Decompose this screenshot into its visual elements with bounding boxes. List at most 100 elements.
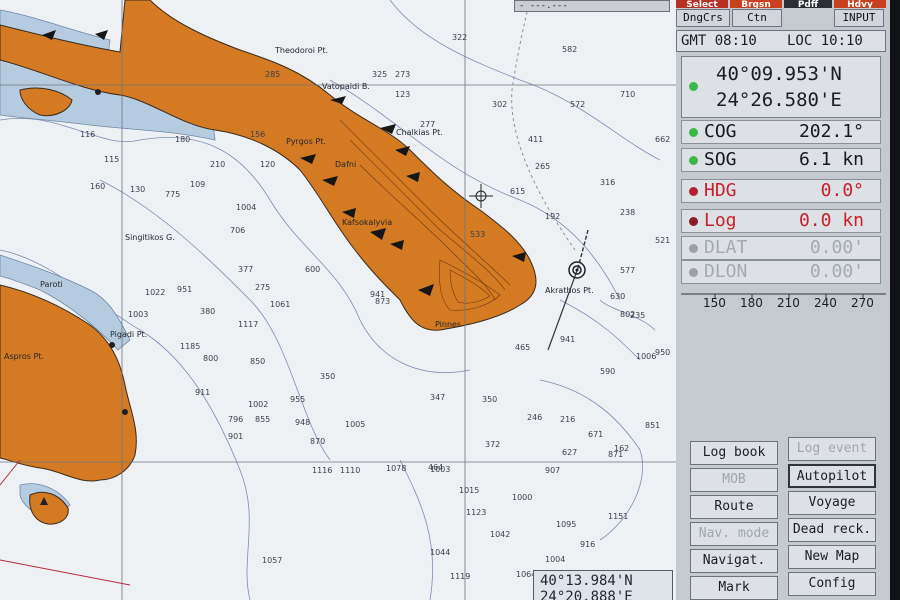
config-button[interactable]: Config <box>788 572 876 596</box>
log-book-button[interactable]: Log book <box>690 441 778 465</box>
depth-sounding: 951 <box>177 285 193 294</box>
dead-reck-button[interactable]: Dead reck. <box>788 518 876 542</box>
depth-sounding: 775 <box>165 190 181 199</box>
heading-scale[interactable]: 150 180 210 240 270 <box>681 290 886 316</box>
place-dafni: Dafni <box>335 160 357 169</box>
log-event-button[interactable]: Log event <box>788 437 876 461</box>
place-pinnes: Pinnes <box>435 320 462 329</box>
depth-sounding: 630 <box>610 292 626 301</box>
depth-sounding: 850 <box>250 357 266 366</box>
depth-sounding: 1006 <box>636 352 657 361</box>
depth-sounding: 851 <box>645 421 661 430</box>
depth-sounding: 238 <box>620 208 636 217</box>
place-paroti: Paroti <box>40 280 63 289</box>
nav-row-label: DLAT <box>704 237 748 258</box>
place-pyrgos: Pyrgos Pt. <box>286 137 326 146</box>
depth-sounding: 590 <box>600 367 616 376</box>
depth-sounding: 1003 <box>128 310 149 319</box>
depth-sounding: 1005 <box>345 420 366 429</box>
nav-row-value: 202.1° <box>798 121 864 142</box>
place-theodoroi: Theodoroi Pt. <box>275 46 329 55</box>
depth-sounding: 1123 <box>466 508 487 517</box>
nav-row-hdg: HDG 0.0° <box>681 179 881 203</box>
nav-row-dlat: DLAT 0.00' <box>681 236 881 260</box>
depth-sounding: 950 <box>655 348 671 357</box>
depth-sounding: 302 <box>492 100 508 109</box>
nav-row-dlon: DLON 0.00' <box>681 260 881 284</box>
depth-sounding: 911 <box>195 388 211 397</box>
scale-tick-label: 210 <box>777 296 800 310</box>
route-button[interactable]: Route <box>690 495 778 519</box>
depth-sounding: 1095 <box>556 520 577 529</box>
depth-sounding: 1116 <box>312 466 333 475</box>
depth-sounding: 600 <box>305 265 321 274</box>
depth-sounding: 180 <box>175 135 191 144</box>
depth-sounding: 855 <box>255 415 271 424</box>
depth-sounding: 120 <box>260 160 276 169</box>
place-akrathos: Akrathos Pt. <box>545 286 594 295</box>
depth-sounding: 160 <box>90 182 106 191</box>
depth-sounding: 521 <box>655 236 671 245</box>
navigat-button[interactable]: Navigat. <box>690 549 778 573</box>
nav-mode-button[interactable]: Nav. mode <box>690 522 778 546</box>
status-dot-icon <box>689 217 698 226</box>
nav-row-label: SOG <box>704 149 737 170</box>
depth-sounding: 347 <box>430 393 446 402</box>
depth-sounding: 800 <box>203 354 219 363</box>
voyage-button[interactable]: Voyage <box>788 491 876 515</box>
depth-sounding: 123 <box>395 90 411 99</box>
depth-sounding: 350 <box>482 395 498 404</box>
cursor-lat: 40°13.984'N <box>540 573 633 589</box>
depth-sounding: 192 <box>545 212 561 221</box>
depth-sounding: 115 <box>104 155 120 164</box>
scale-tick-label: 270 <box>851 296 874 310</box>
depth-sounding: 907 <box>545 466 561 475</box>
depth-sounding: 377 <box>238 265 254 274</box>
nav-row-log: Log 0.0 kn <box>681 209 881 233</box>
nav-row-cog: COG 202.1° <box>681 120 881 144</box>
own-ship-icon <box>568 261 586 279</box>
depth-sounding: 627 <box>562 448 578 457</box>
depth-sounding: 662 <box>655 135 671 144</box>
depth-sounding: 216 <box>560 415 576 424</box>
depth-sounding: 109 <box>190 180 206 189</box>
depth-sounding: 1022 <box>145 288 166 297</box>
depth-sounding: 1110 <box>340 466 361 475</box>
tab-ctn[interactable]: Ctn <box>732 9 782 27</box>
mob-button[interactable]: MOB <box>690 468 778 492</box>
depth-sounding: 265 <box>535 162 551 171</box>
local-time: LOC 10:10 <box>787 33 863 49</box>
depth-sounding: 582 <box>562 45 578 54</box>
depth-sounding: 796 <box>228 415 244 424</box>
depth-sounding: 1061 <box>270 300 291 309</box>
depth-sounding: 1057 <box>262 556 283 565</box>
depth-sounding: 1004 <box>236 203 257 212</box>
depth-sounding: 316 <box>600 178 616 187</box>
new-map-button[interactable]: New Map <box>788 545 876 569</box>
depth-sounding: 411 <box>528 135 544 144</box>
tab-input[interactable]: INPUT <box>834 9 884 27</box>
nautical-chart[interactable]: 322 273 285 325 582 116 123 277 302 572 710 115 180 1… <box>0 0 676 600</box>
depth-sounding: 1117 <box>238 320 259 329</box>
depth-sounding: 802 <box>620 310 636 319</box>
status-dot-icon <box>689 268 698 277</box>
nav-row-label: HDG <box>704 180 737 201</box>
nav-row-label: COG <box>704 121 737 142</box>
depth-sounding: 350 <box>320 372 336 381</box>
autopilot-button[interactable]: Autopilot <box>788 464 876 488</box>
mode-brgsn[interactable]: Brgsn <box>730 0 782 8</box>
depth-sounding: 325 <box>372 70 388 79</box>
mode-pdff[interactable]: Pdff <box>784 0 832 8</box>
depth-sounding: 1042 <box>490 530 511 539</box>
tab-dngcrs[interactable]: DngCrs <box>676 9 730 27</box>
depth-sounding: 275 <box>255 283 271 292</box>
mode-select[interactable]: Select <box>676 0 728 8</box>
mark-button[interactable]: Mark <box>690 576 778 600</box>
cursor-lon: 24°20.888'E <box>540 589 633 600</box>
nav-row-value: 0.0 kn <box>798 210 864 231</box>
depth-sounding: 1002 <box>248 400 269 409</box>
position-lat: 40°09.953'N <box>716 63 842 85</box>
mode-hdvy[interactable]: Hdvy <box>834 0 886 8</box>
place-pigadi: Pigadi Pt. <box>110 330 148 339</box>
depth-sounding: 156 <box>250 130 266 139</box>
